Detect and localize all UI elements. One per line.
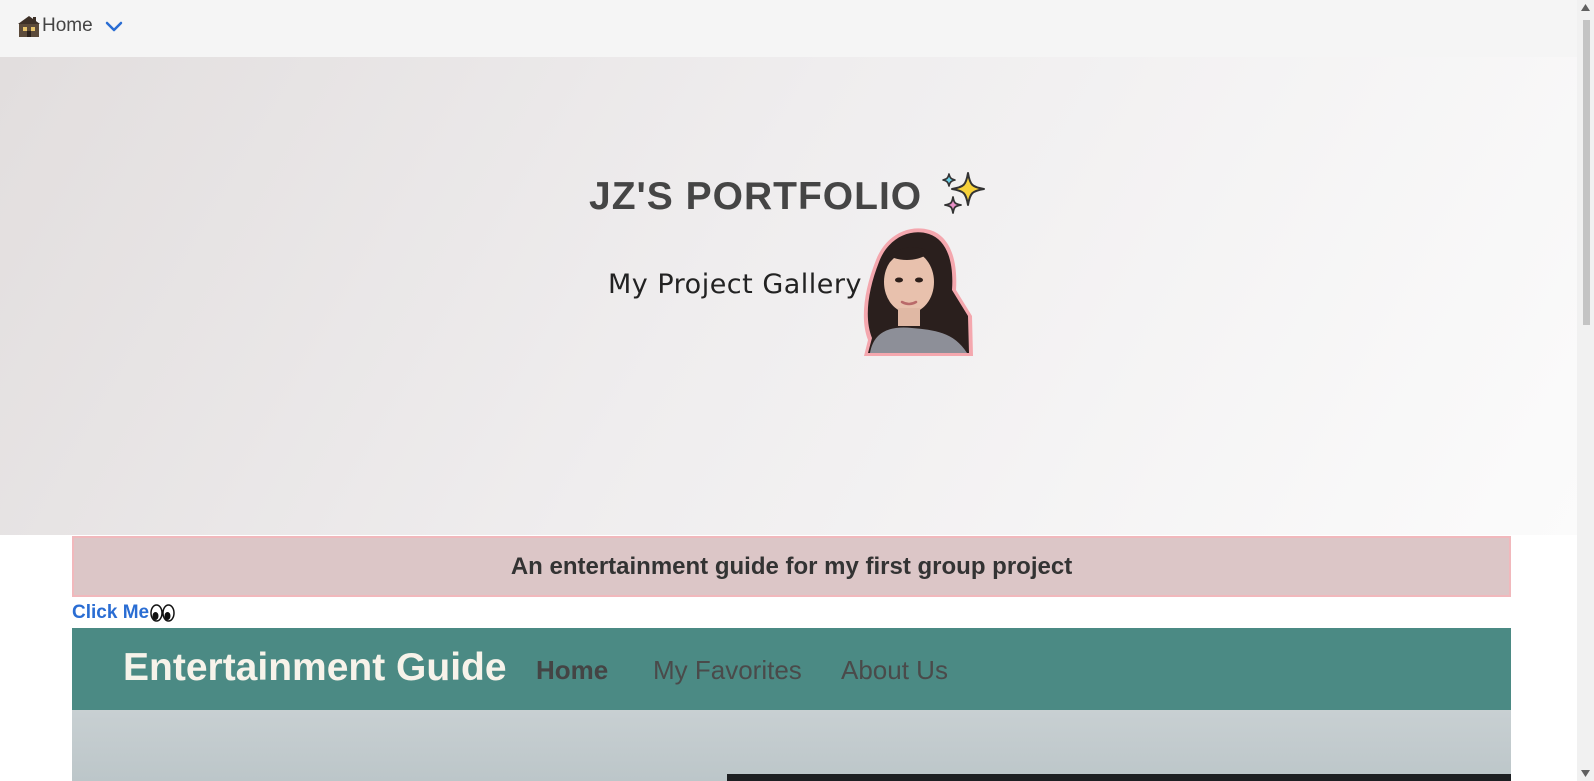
scroll-down-arrow-icon[interactable]	[1580, 769, 1591, 778]
page-title: JZ'S PORTFOLIO	[589, 175, 923, 218]
chevron-down-icon[interactable]	[105, 20, 123, 32]
profile-photo	[863, 228, 973, 356]
click-me-link[interactable]: Click Me	[72, 602, 149, 624]
preview-link-about: About Us	[841, 655, 948, 685]
preview-dark-panel	[727, 774, 1511, 781]
preview-brand: Entertainment Guide	[123, 646, 507, 689]
project-banner: An entertainment guide for my first grou…	[72, 536, 1511, 597]
preview-link-home: Home	[536, 655, 609, 685]
preview-navbar: Entertainment Guide Home My Favorites Ab…	[72, 628, 1511, 710]
top-nav: Home	[0, 0, 1577, 57]
subtitle: My Project Gallery	[608, 269, 862, 300]
project-preview-image[interactable]: Entertainment Guide Home My Favorites Ab…	[72, 628, 1511, 781]
house-icon	[18, 16, 40, 37]
scroll-up-arrow-icon[interactable]	[1580, 3, 1591, 12]
sparkles-icon	[942, 172, 985, 214]
home-label: Home	[42, 15, 93, 36]
click-me-link-row: Click Me	[72, 602, 175, 624]
preview-link-favorites: My Favorites	[653, 655, 802, 685]
scrollbar-thumb[interactable]	[1583, 20, 1590, 325]
eyes-icon	[150, 604, 175, 622]
hero-section: JZ'S PORTFOLIO My Project Gallery	[0, 57, 1577, 535]
home-dropdown[interactable]: Home	[17, 14, 123, 38]
